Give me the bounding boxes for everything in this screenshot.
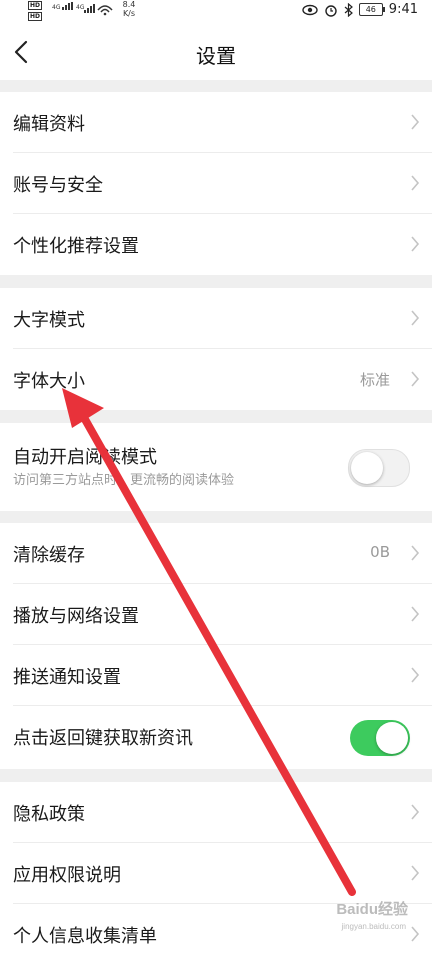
settings-item-auto-reading-mode: 自动开启阅读模式 访问第三方站点时，更流畅的阅读体验	[0, 423, 432, 511]
chevron-right-icon	[411, 545, 420, 561]
settings-item-large-text-mode[interactable]: 大字模式	[0, 288, 432, 349]
settings-item-personalized-recommendation[interactable]: 个性化推荐设置	[0, 214, 432, 275]
item-label: 点击返回键获取新资讯	[13, 728, 193, 749]
chevron-right-icon	[411, 865, 420, 881]
chevron-right-icon	[411, 175, 420, 191]
hd-icon: HD	[28, 1, 43, 10]
item-label: 隐私政策	[13, 804, 85, 825]
settings-item-edit-profile[interactable]: 编辑资料	[0, 92, 432, 153]
chevron-right-icon	[411, 667, 420, 683]
chevron-right-icon	[411, 310, 420, 326]
clock: 9:41	[388, 2, 418, 17]
item-label: 推送通知设置	[13, 667, 121, 688]
toggle-knob	[376, 722, 408, 754]
signal-icon: 4G 4G	[52, 2, 113, 16]
item-label: 字体大小	[13, 371, 85, 392]
back-key-refresh-toggle[interactable]	[350, 720, 410, 756]
network-speed: 8.4 K/s	[122, 0, 136, 18]
battery-icon: 46	[358, 3, 385, 16]
settings-item-app-permissions[interactable]: 应用权限说明	[0, 843, 432, 904]
chevron-right-icon	[411, 606, 420, 622]
settings-item-back-key-refresh: 点击返回键获取新资讯	[0, 706, 432, 769]
font-size-value: 标准	[359, 371, 390, 389]
svg-text:4G: 4G	[52, 4, 61, 11]
watermark-url: jingyan.baidu.com	[341, 922, 406, 931]
auto-reading-mode-toggle[interactable]	[348, 449, 410, 487]
cache-size-value: 0B	[370, 543, 390, 561]
item-label: 账号与安全	[13, 175, 103, 196]
item-label: 应用权限说明	[13, 865, 121, 886]
section-divider	[0, 511, 432, 523]
settings-item-privacy-policy[interactable]: 隐私政策	[0, 782, 432, 843]
navigation-bar: 设置	[0, 24, 432, 80]
chevron-right-icon	[411, 371, 420, 387]
item-label: 自动开启阅读模式	[13, 447, 157, 468]
item-label: 大字模式	[13, 310, 85, 331]
item-label: 编辑资料	[13, 114, 85, 135]
item-label: 个人信息收集清单	[13, 926, 157, 947]
settings-item-playback-network[interactable]: 播放与网络设置	[0, 584, 432, 645]
settings-item-push-notifications[interactable]: 推送通知设置	[0, 645, 432, 706]
bluetooth-icon	[344, 2, 353, 17]
item-label: 清除缓存	[13, 545, 85, 566]
watermark-logo: Baidu经验	[336, 901, 408, 918]
alarm-icon	[325, 4, 337, 17]
status-icons: 46 9:41	[302, 2, 418, 17]
section-divider	[0, 80, 432, 92]
settings-item-font-size[interactable]: 字体大小 标准	[0, 349, 432, 410]
page-title: 设置	[196, 44, 236, 68]
settings-item-clear-cache[interactable]: 清除缓存 0B	[0, 523, 432, 584]
hd-icon: HD	[28, 12, 43, 21]
eye-icon	[302, 4, 318, 15]
svg-text:4G: 4G	[76, 4, 85, 11]
item-subtitle: 访问第三方站点时，更流畅的阅读体验	[13, 473, 235, 488]
chevron-right-icon	[411, 804, 420, 820]
chevron-right-icon	[411, 926, 420, 942]
section-divider	[0, 275, 432, 288]
status-bar: HD HD 4G 4G 8.4 K/s 46 9:41	[0, 0, 432, 24]
settings-item-account-security[interactable]: 账号与安全	[0, 153, 432, 214]
section-divider	[0, 769, 432, 782]
chevron-right-icon	[411, 236, 420, 252]
toggle-knob	[351, 452, 383, 484]
item-label: 个性化推荐设置	[13, 236, 139, 257]
item-label: 播放与网络设置	[13, 606, 139, 627]
chevron-right-icon	[411, 114, 420, 130]
section-divider	[0, 410, 432, 423]
